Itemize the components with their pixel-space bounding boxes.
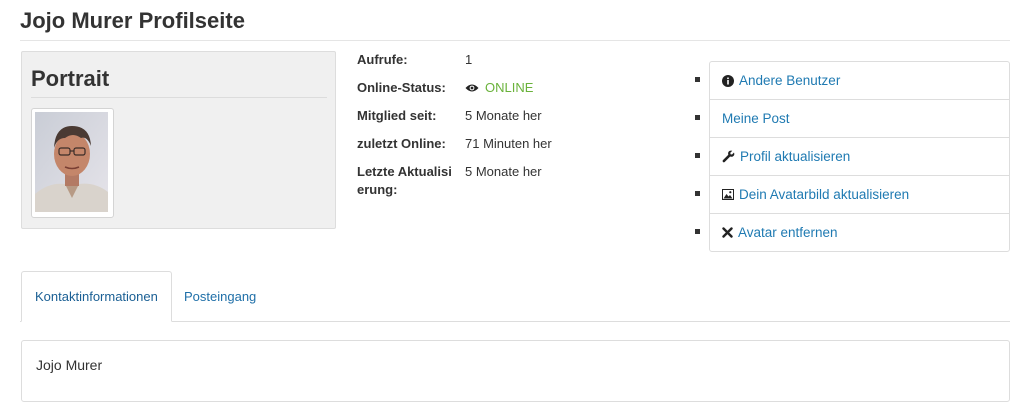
detail-label: Mitglied seit: bbox=[357, 108, 437, 123]
wrench-icon bbox=[722, 150, 735, 163]
my-mail-link[interactable]: Meine Post bbox=[709, 99, 1010, 138]
update-profile-link[interactable]: Profil aktualisieren bbox=[709, 137, 1010, 176]
action-label: Andere Benutzer bbox=[739, 73, 841, 88]
page-title: Jojo Murer Profilseite bbox=[20, 8, 245, 33]
remove-avatar-link[interactable]: Avatar entfernen bbox=[709, 213, 1010, 252]
portrait-divider bbox=[31, 97, 327, 98]
action-label: Avatar entfernen bbox=[738, 225, 838, 240]
detail-label: Letzte Aktualisierung: bbox=[357, 164, 452, 197]
detail-value: 1 bbox=[465, 52, 473, 67]
list-bullet bbox=[695, 115, 700, 120]
tab-contact-info[interactable]: Kontaktinformationen bbox=[21, 271, 172, 322]
tab-inbox[interactable]: Posteingang bbox=[171, 271, 269, 322]
image-icon bbox=[722, 189, 734, 200]
title-divider bbox=[20, 40, 1010, 41]
eye-icon bbox=[465, 84, 479, 92]
detail-value: 71 Minuten her bbox=[465, 136, 552, 151]
other-users-link[interactable]: Andere Benutzer bbox=[709, 61, 1010, 100]
detail-label: Aufrufe: bbox=[357, 52, 408, 67]
detail-label: Online-Status: bbox=[357, 80, 446, 95]
online-status-text: ONLINE bbox=[485, 80, 534, 95]
contact-name: Jojo Murer bbox=[36, 357, 103, 373]
contact-info-panel: Jojo Murer bbox=[21, 340, 1010, 402]
detail-value: 5 Monate her bbox=[465, 164, 542, 179]
action-label: Meine Post bbox=[722, 111, 790, 126]
update-avatar-link[interactable]: Dein Avatarbild aktualisieren bbox=[709, 175, 1010, 214]
action-label: Profil aktualisieren bbox=[740, 149, 851, 164]
list-bullet bbox=[695, 229, 700, 234]
avatar-photo bbox=[35, 112, 108, 212]
list-bullet bbox=[695, 153, 700, 158]
portrait-title: Portrait bbox=[31, 66, 110, 91]
close-icon bbox=[722, 227, 733, 238]
avatar bbox=[31, 108, 114, 218]
info-circle-icon bbox=[722, 74, 734, 87]
portrait-panel: Portrait bbox=[21, 51, 336, 229]
list-bullet bbox=[695, 77, 700, 82]
list-bullet bbox=[695, 191, 700, 196]
online-status: ONLINE bbox=[465, 79, 533, 97]
detail-label: zuletzt Online: bbox=[357, 136, 446, 151]
detail-value: 5 Monate her bbox=[465, 108, 542, 123]
action-label: Dein Avatarbild aktualisieren bbox=[739, 187, 910, 202]
